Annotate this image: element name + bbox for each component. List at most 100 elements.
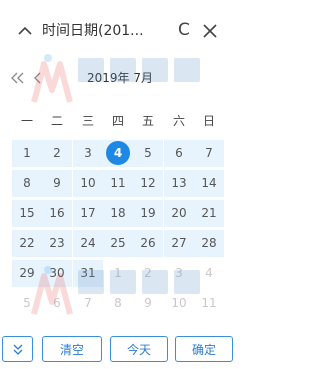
day-number: 1 bbox=[23, 146, 31, 160]
weekday-label: 六 bbox=[172, 114, 185, 128]
day-cell[interactable]: 3 bbox=[164, 260, 194, 287]
day-number: 31 bbox=[80, 266, 96, 280]
day-number: 5 bbox=[144, 146, 152, 160]
refresh-icon[interactable]: C bbox=[178, 20, 196, 40]
day-number: 14 bbox=[201, 176, 217, 190]
day-cell[interactable]: 5 bbox=[133, 140, 163, 167]
day-number: 10 bbox=[80, 176, 96, 190]
today-button[interactable]: 今天 bbox=[110, 336, 168, 362]
day-number: 13 bbox=[171, 176, 187, 190]
day-cell-today[interactable]: 4 bbox=[103, 140, 133, 167]
day-cell[interactable]: 5 bbox=[12, 290, 42, 317]
picker-footer: 清空 今天 确定 bbox=[0, 336, 238, 369]
day-cell[interactable]: 1 bbox=[103, 260, 133, 287]
month-navigation: 2019年 7月 bbox=[0, 64, 238, 92]
day-cell[interactable]: 25 bbox=[103, 230, 133, 257]
day-cell[interactable]: 27 bbox=[164, 230, 194, 257]
day-cell[interactable]: 7 bbox=[73, 290, 103, 317]
day-number: 3 bbox=[84, 146, 92, 160]
day-cell[interactable]: 4 bbox=[194, 260, 224, 287]
weekday-label: 一 bbox=[20, 114, 33, 128]
day-number: 10 bbox=[171, 296, 187, 310]
day-cell[interactable]: 7 bbox=[194, 140, 224, 167]
day-number: 7 bbox=[84, 296, 92, 310]
day-number: 8 bbox=[114, 296, 122, 310]
day-cell[interactable]: 16 bbox=[42, 200, 72, 227]
day-number: 22 bbox=[19, 236, 35, 250]
day-number: 28 bbox=[201, 236, 217, 250]
chevron-up-icon[interactable] bbox=[16, 22, 34, 40]
day-number: 2 bbox=[53, 146, 61, 160]
day-number: 4 bbox=[106, 141, 130, 165]
day-cell[interactable]: 1 bbox=[12, 140, 42, 167]
double-chevron-left-icon[interactable] bbox=[10, 70, 26, 84]
day-cell[interactable]: 2 bbox=[133, 260, 163, 287]
day-cell[interactable]: 21 bbox=[194, 200, 224, 227]
day-number: 23 bbox=[49, 236, 65, 250]
weekday-label: 三 bbox=[81, 114, 94, 128]
day-number: 5 bbox=[23, 296, 31, 310]
day-cell[interactable]: 10 bbox=[73, 170, 103, 197]
day-cell[interactable]: 13 bbox=[164, 170, 194, 197]
day-number: 4 bbox=[205, 266, 213, 280]
day-number: 6 bbox=[175, 146, 183, 160]
day-number: 25 bbox=[110, 236, 126, 250]
day-number: 29 bbox=[19, 266, 35, 280]
day-cell[interactable]: 9 bbox=[133, 290, 163, 317]
month-label: 2019年 7月 bbox=[87, 71, 153, 85]
day-cell[interactable]: 30 bbox=[42, 260, 72, 287]
day-number: 9 bbox=[53, 176, 61, 190]
day-cell[interactable]: 3 bbox=[73, 140, 103, 167]
day-cell[interactable]: 6 bbox=[164, 140, 194, 167]
day-cell[interactable]: 29 bbox=[12, 260, 42, 287]
day-cell[interactable]: 28 bbox=[194, 230, 224, 257]
confirm-button[interactable]: 确定 bbox=[175, 336, 233, 362]
day-number: 8 bbox=[23, 176, 31, 190]
close-icon[interactable] bbox=[201, 22, 219, 40]
day-number: 11 bbox=[201, 296, 217, 310]
day-number: 27 bbox=[171, 236, 187, 250]
day-cell[interactable]: 14 bbox=[194, 170, 224, 197]
day-cell[interactable]: 11 bbox=[194, 290, 224, 317]
weekday-header: 一 二 三 四 五 六 日 bbox=[12, 112, 226, 136]
day-cell[interactable]: 19 bbox=[133, 200, 163, 227]
day-cell[interactable]: 26 bbox=[133, 230, 163, 257]
day-number: 1 bbox=[114, 266, 122, 280]
day-number: 21 bbox=[201, 206, 217, 220]
weekday-label: 四 bbox=[111, 114, 124, 128]
day-number: 26 bbox=[140, 236, 156, 250]
clear-button[interactable]: 清空 bbox=[42, 336, 102, 362]
day-number: 7 bbox=[205, 146, 213, 160]
expand-button[interactable] bbox=[2, 336, 33, 362]
day-number: 24 bbox=[80, 236, 96, 250]
day-cell[interactable]: 10 bbox=[164, 290, 194, 317]
day-cell[interactable]: 6 bbox=[42, 290, 72, 317]
day-number: 18 bbox=[110, 206, 126, 220]
day-cell[interactable]: 12 bbox=[133, 170, 163, 197]
day-number: 9 bbox=[144, 296, 152, 310]
day-number: 15 bbox=[19, 206, 35, 220]
day-cell[interactable]: 20 bbox=[164, 200, 194, 227]
day-number: 19 bbox=[140, 206, 156, 220]
weekday-label: 五 bbox=[141, 114, 154, 128]
day-cell[interactable]: 9 bbox=[42, 170, 72, 197]
day-cell[interactable]: 11 bbox=[103, 170, 133, 197]
day-cell[interactable]: 17 bbox=[73, 200, 103, 227]
day-cell[interactable]: 8 bbox=[103, 290, 133, 317]
day-number: 12 bbox=[140, 176, 156, 190]
day-cell[interactable]: 8 bbox=[12, 170, 42, 197]
day-cell[interactable]: 22 bbox=[12, 230, 42, 257]
day-cell[interactable]: 31 bbox=[73, 260, 103, 287]
day-cell[interactable]: 24 bbox=[73, 230, 103, 257]
day-cell[interactable]: 15 bbox=[12, 200, 42, 227]
chevron-left-icon[interactable] bbox=[32, 70, 44, 84]
day-number: 3 bbox=[175, 266, 183, 280]
day-cell[interactable]: 18 bbox=[103, 200, 133, 227]
day-number: 30 bbox=[49, 266, 65, 280]
day-cell[interactable]: 2 bbox=[42, 140, 72, 167]
day-number: 16 bbox=[49, 206, 65, 220]
picker-title: 时间日期(201... bbox=[42, 23, 144, 39]
weekday-label: 二 bbox=[50, 114, 63, 128]
day-cell[interactable]: 23 bbox=[42, 230, 72, 257]
weekday-label: 日 bbox=[202, 114, 215, 128]
